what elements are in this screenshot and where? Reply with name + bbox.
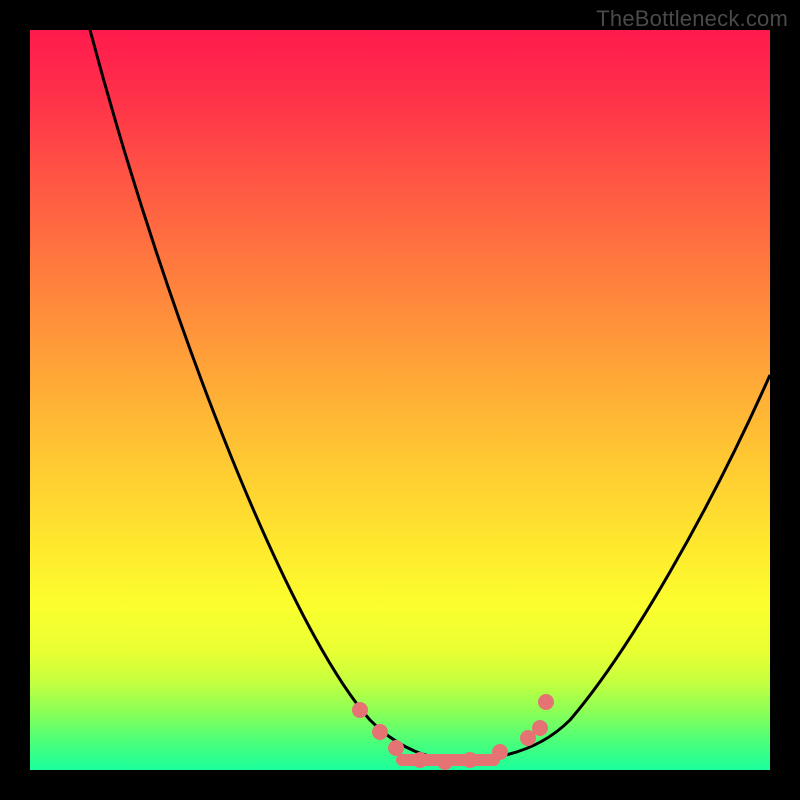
watermark-text: TheBottleneck.com: [596, 6, 788, 32]
marker-point-6: [492, 744, 508, 760]
marker-point-3: [412, 752, 428, 768]
marker-point-0: [352, 702, 368, 718]
chart-svg: [30, 30, 770, 770]
marker-point-8: [532, 720, 548, 736]
marker-point-1: [372, 724, 388, 740]
plot-area: [30, 30, 770, 770]
marker-point-9: [538, 694, 554, 710]
marker-point-4: [437, 754, 453, 770]
marker-point-2: [388, 740, 404, 756]
marker-point-5: [462, 752, 478, 768]
chart-frame: TheBottleneck.com: [0, 0, 800, 800]
bottleneck-curve: [90, 30, 770, 760]
